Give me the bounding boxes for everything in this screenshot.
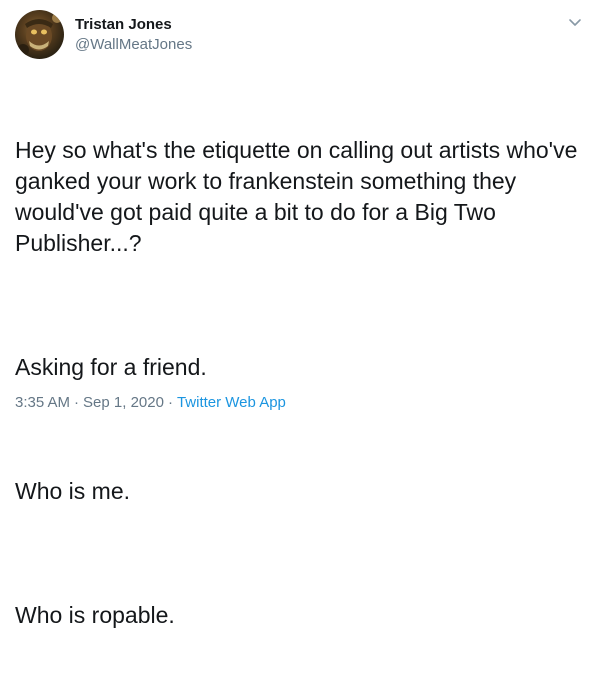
tweet-card: Tristan Jones @WallMeatJones Hey so what… <box>0 0 598 628</box>
tweet-menu-button[interactable] <box>566 13 584 31</box>
author-info: Tristan Jones @WallMeatJones <box>75 15 192 54</box>
tweet-paragraph: Hey so what's the etiquette on calling o… <box>15 137 584 256</box>
tweet-source-link[interactable]: Twitter Web App <box>177 394 286 411</box>
chevron-down-icon <box>569 19 581 26</box>
tweet-meta: 3:35 AM · Sep 1, 2020 · Twitter Web App <box>15 393 286 412</box>
tweet-paragraph: Who is me. <box>15 478 131 504</box>
tweet-date[interactable]: Sep 1, 2020 <box>83 394 164 411</box>
tweet-paragraph: Who is ropable. <box>15 602 175 628</box>
author-avatar[interactable] <box>15 10 64 59</box>
avatar-image <box>17 13 62 56</box>
tweet-time[interactable]: 3:35 AM <box>15 394 70 411</box>
author-handle[interactable]: @WallMeatJones <box>75 35 192 54</box>
author-display-name[interactable]: Tristan Jones <box>75 15 192 34</box>
tweet-paragraph: Asking for a friend. <box>15 354 207 380</box>
meta-separator: · <box>74 394 80 411</box>
meta-separator: · <box>167 394 173 411</box>
tweet-text: Hey so what's the etiquette on calling o… <box>15 73 585 693</box>
